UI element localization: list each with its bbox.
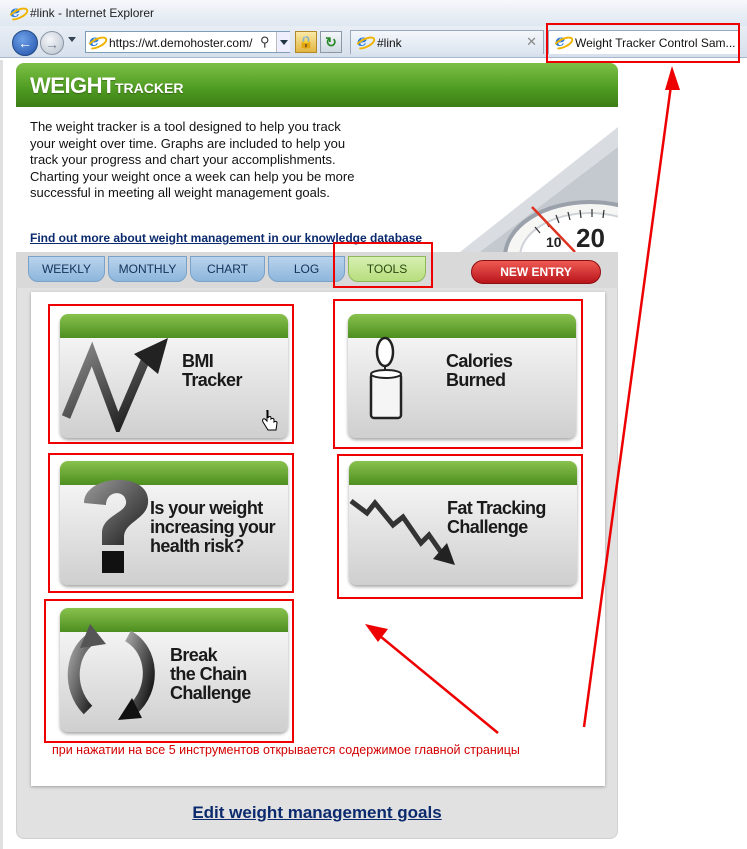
window-title: #link - Internet Explorer bbox=[30, 6, 155, 20]
svg-text:10: 10 bbox=[546, 234, 562, 250]
scale-image: 20 10 bbox=[440, 107, 618, 252]
browser-tab-link[interactable]: #link ✕ bbox=[350, 30, 544, 54]
address-text[interactable]: https://wt.demohoster.com/ bbox=[109, 36, 252, 50]
tool-title-line3: health risk? bbox=[150, 536, 244, 556]
window-titlebar: #link - Internet Explorer bbox=[0, 0, 747, 26]
candle-icon bbox=[369, 336, 403, 420]
page-left-edge bbox=[0, 60, 3, 849]
edit-goals-link[interactable]: Edit weight management goals bbox=[0, 803, 634, 823]
tool-title-line2: Burned bbox=[446, 370, 506, 390]
back-arrow-icon: ← bbox=[18, 35, 32, 51]
tool-title-line1: Calories bbox=[446, 351, 513, 371]
ie-tab-icon bbox=[357, 31, 371, 50]
tab-weekly[interactable]: WEEKLY bbox=[28, 256, 105, 282]
tool-title-line3: Challenge bbox=[170, 683, 251, 703]
history-dropdown-icon[interactable] bbox=[68, 37, 76, 42]
forward-button[interactable]: → bbox=[40, 31, 64, 55]
svg-text:20: 20 bbox=[576, 223, 605, 252]
app-logo: WEIGHTTRACKER bbox=[30, 73, 183, 99]
logo-sub: TRACKER bbox=[115, 80, 184, 96]
browser-tab-weight-tracker[interactable]: Weight Tracker Control Sam... bbox=[548, 30, 740, 54]
health-risk-tool[interactable]: Is your weight increasing your health risk… bbox=[60, 461, 288, 585]
tool-title-line1: Break bbox=[170, 645, 218, 665]
tool-title-line2: the Chain bbox=[170, 664, 247, 684]
calories-burned-tool[interactable]: Calories Burned bbox=[348, 314, 576, 438]
tool-title-line2: Challenge bbox=[447, 517, 528, 537]
tab-chart[interactable]: CHART bbox=[190, 256, 265, 282]
address-dropdown-icon[interactable] bbox=[276, 32, 290, 52]
ie-logo-icon bbox=[10, 2, 24, 21]
tab-monthly[interactable]: MONTHLY bbox=[108, 256, 187, 282]
new-entry-button[interactable]: NEW ENTRY bbox=[471, 260, 601, 284]
address-bar[interactable]: https://wt.demohoster.com/ ⚲ bbox=[85, 31, 290, 53]
tab-label: Weight Tracker Control Sam... bbox=[575, 36, 736, 50]
intro-text: The weight tracker is a tool designed to… bbox=[30, 119, 355, 200]
tool-title-line1: Fat Tracking bbox=[447, 498, 546, 518]
logo-main: WEIGHT bbox=[30, 73, 116, 98]
back-button[interactable]: ← bbox=[12, 30, 38, 56]
tab-log[interactable]: LOG bbox=[268, 256, 345, 282]
tool-title: BMI Tracker bbox=[182, 352, 242, 390]
bmi-tracker-tool[interactable]: BMI Tracker bbox=[60, 314, 288, 438]
refresh-button[interactable]: ↻ bbox=[320, 31, 342, 53]
tab-tools[interactable]: TOOLS bbox=[348, 256, 426, 282]
zigzag-arrow-icon bbox=[61, 338, 168, 432]
annotation-text: при нажатии на все 5 инструментов открыв… bbox=[52, 743, 520, 757]
tool-title: Calories Burned bbox=[446, 351, 513, 390]
ie-page-icon bbox=[89, 31, 103, 50]
close-tab-icon[interactable]: ✕ bbox=[526, 34, 537, 50]
tool-title: Is your weight increasing your health risk… bbox=[150, 498, 276, 556]
tool-title: Fat Tracking Challenge bbox=[447, 499, 546, 537]
forward-arrow-icon: → bbox=[45, 36, 59, 52]
browser-navbar: ← → https://wt.demohoster.com/ ⚲ 🔒 ↻ #li… bbox=[0, 26, 747, 58]
break-the-chain-tool[interactable]: Break the Chain Challenge bbox=[60, 608, 288, 732]
lock-icon[interactable]: 🔒 bbox=[295, 31, 317, 53]
tool-title-line2: increasing your bbox=[150, 517, 276, 537]
tool-title-line2: Tracker bbox=[182, 370, 242, 390]
tool-title-line1: Is your weight bbox=[150, 498, 263, 518]
cycle-arrows-icon bbox=[67, 624, 155, 720]
hand-cursor-icon bbox=[262, 410, 278, 431]
search-icon[interactable]: ⚲ bbox=[260, 34, 270, 50]
downtrend-arrow-icon bbox=[349, 499, 455, 565]
tool-title-line1: BMI bbox=[182, 351, 214, 371]
tool-title: Break the Chain Challenge bbox=[170, 646, 251, 703]
tab-label: #link bbox=[377, 36, 402, 50]
knowledge-database-link[interactable]: Find out more about weight management in… bbox=[30, 231, 422, 245]
ie-tab-icon bbox=[555, 31, 569, 50]
fat-tracking-tool[interactable]: Fat Tracking Challenge bbox=[349, 461, 577, 585]
